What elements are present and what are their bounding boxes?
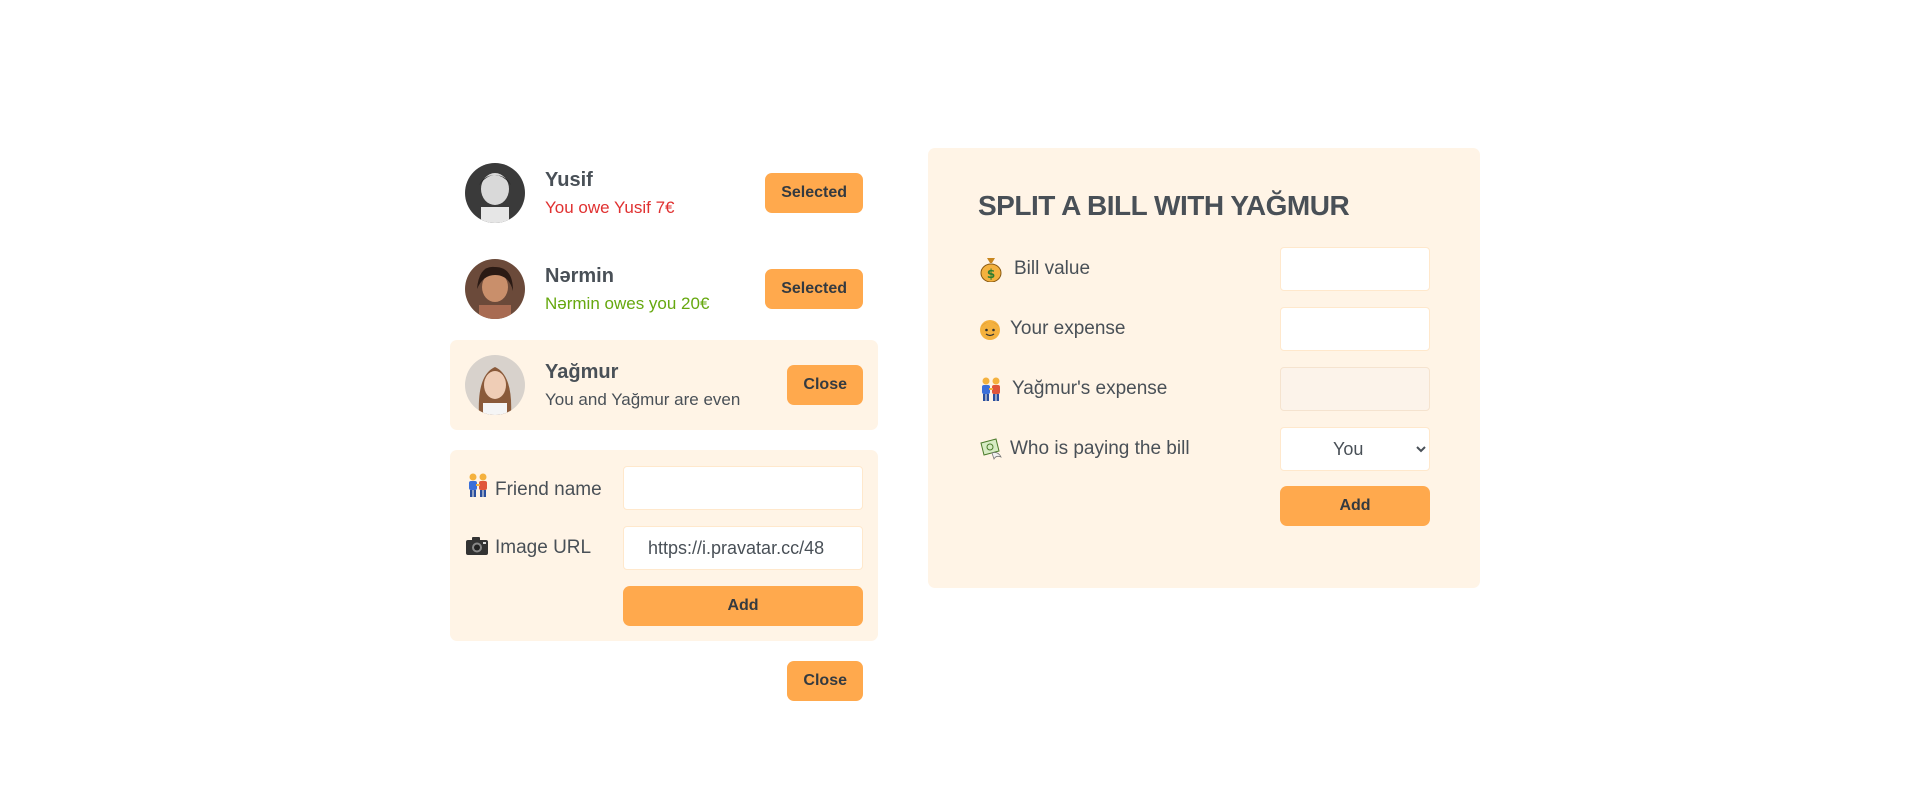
friend-name-input[interactable]: [623, 466, 863, 510]
your-expense-input[interactable]: [1280, 307, 1430, 351]
payer-label: Who is paying the bill: [978, 437, 1190, 461]
split-bill-form: Split a bill with Yağmur $ Bill value Yo…: [928, 148, 1480, 588]
sidebar: Yusif You owe Yusif 7€ Selected Nərmin N…: [450, 148, 878, 701]
add-friend-button[interactable]: Add: [623, 586, 863, 626]
friend-item-yusif: Yusif You owe Yusif 7€ Selected: [450, 148, 878, 238]
your-expense-row: Your expense: [978, 306, 1430, 352]
friend-name-label-text: Friend name: [495, 479, 602, 500]
friend-item-nermin: Nərmin Nərmin owes you 20€ Selected: [450, 244, 878, 334]
select-friend-button[interactable]: Selected: [765, 173, 863, 213]
close-form-wrapper: Close: [450, 661, 878, 701]
friend-info: Yusif You owe Yusif 7€: [545, 169, 765, 218]
bill-value-input[interactable]: [1280, 247, 1430, 291]
your-expense-label-text: Your expense: [1010, 318, 1126, 339]
friend-balance: You and Yağmur are even: [545, 389, 741, 409]
payer-row: Who is paying the bill You Yağmur: [978, 426, 1430, 472]
friend-expense-row: Yağmur's expense: [978, 366, 1430, 412]
app: Yusif You owe Yusif 7€ Selected Nərmin N…: [450, 148, 1480, 701]
your-expense-label: Your expense: [978, 317, 1126, 341]
split-bill-button[interactable]: Add: [1280, 486, 1430, 526]
friend-name: Yağmur: [545, 360, 619, 383]
payer-select[interactable]: You Yağmur: [1280, 427, 1430, 471]
friend-expense-label: Yağmur's expense: [978, 376, 1167, 402]
camera-icon: [465, 536, 489, 556]
friend-info: Nərmin Nərmin owes you 20€: [545, 265, 765, 314]
money-bag-icon: $: [980, 256, 1002, 282]
add-friend-form: Friend name Image URL Add: [450, 450, 878, 641]
image-url-label-text: Image URL: [495, 537, 592, 558]
friend-item-yagmur: Yağmur You and Yağmur are even Close: [450, 340, 878, 430]
split-title: Split a bill with Yağmur: [978, 190, 1350, 221]
image-url-label: Image URL: [465, 534, 615, 562]
avatar: [465, 163, 525, 223]
close-friend-button[interactable]: Close: [787, 365, 863, 405]
bill-value-row: $ Bill value: [978, 246, 1430, 292]
friend-name-label: Friend name: [465, 472, 615, 504]
friends-list: Yusif You owe Yusif 7€ Selected Nərmin N…: [450, 148, 878, 430]
money-with-wings-icon: [978, 437, 1002, 461]
people-holding-hands-icon: [978, 376, 1004, 402]
friend-balance: You owe Yusif 7€: [545, 197, 675, 217]
friend-info: Yağmur You and Yağmur are even: [545, 361, 787, 410]
bill-value-label: $ Bill value: [978, 256, 1090, 282]
friend-name: Yusif: [545, 168, 593, 191]
friend-expense-input: [1280, 367, 1430, 411]
friend-expense-label-text: Yağmur's expense: [1012, 378, 1168, 399]
people-holding-hands-icon: [465, 472, 491, 498]
bill-value-label-text: Bill value: [1014, 258, 1091, 279]
svg-text:$: $: [987, 267, 995, 281]
boy-face-icon: [978, 317, 1002, 341]
avatar: [465, 355, 525, 415]
friend-name: Nərmin: [545, 264, 614, 287]
payer-label-text: Who is paying the bill: [1010, 438, 1190, 459]
friend-balance: Nərmin owes you 20€: [545, 293, 710, 313]
select-friend-button[interactable]: Selected: [765, 269, 863, 309]
avatar: [465, 259, 525, 319]
close-add-form-button[interactable]: Close: [787, 661, 863, 701]
image-url-input[interactable]: [623, 526, 863, 570]
